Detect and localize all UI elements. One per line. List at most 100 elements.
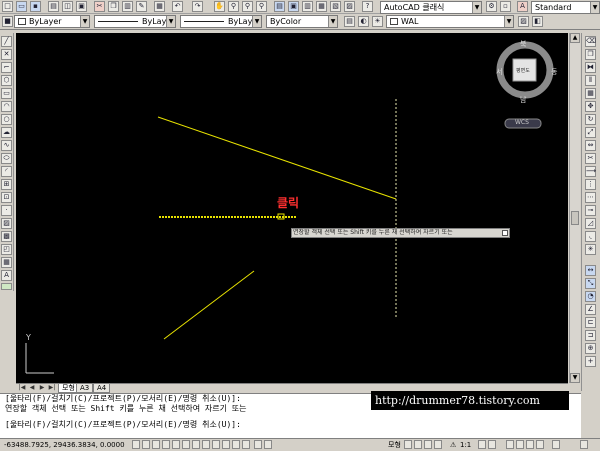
dimension-baseline-icon[interactable]: ⊐ bbox=[585, 330, 596, 341]
ellipse-icon[interactable]: ⬭ bbox=[1, 153, 12, 164]
tab-prev-icon[interactable]: ◀ bbox=[28, 384, 36, 392]
zoom-status-icon[interactable] bbox=[434, 440, 442, 449]
polygon-icon[interactable]: ⬡ bbox=[1, 75, 12, 86]
text-style-select[interactable]: Standard ▼ bbox=[531, 1, 600, 14]
auto-scale-icon[interactable] bbox=[488, 440, 496, 449]
snap-mode-icon[interactable] bbox=[132, 440, 140, 449]
coordinates-readout[interactable]: -63488.7925, 29436.3834, 0.0000 bbox=[4, 439, 125, 451]
fillet-icon[interactable]: ◟ bbox=[585, 231, 596, 242]
revision-cloud-icon[interactable]: ☁ bbox=[1, 127, 12, 138]
break-at-point-icon[interactable]: ⋮ bbox=[585, 179, 596, 190]
open-file-icon[interactable]: ▭ bbox=[16, 1, 27, 12]
toolbar-lock-status-icon[interactable] bbox=[516, 440, 524, 449]
extend-icon[interactable]: ⟶ bbox=[585, 166, 596, 177]
toolbar-lock-icon[interactable]: ▫ bbox=[500, 1, 511, 12]
tooltip-options-icon[interactable] bbox=[502, 230, 508, 236]
vertical-scrollbar[interactable]: ▲ ▼ bbox=[569, 33, 580, 383]
quick-view-layouts-icon[interactable] bbox=[404, 440, 412, 449]
workspace-settings-icon[interactable]: ⚙ bbox=[486, 1, 497, 12]
scroll-up-icon[interactable]: ▲ bbox=[570, 33, 580, 43]
dimension-aligned-icon[interactable]: ⤡ bbox=[585, 278, 596, 289]
print-preview-icon[interactable]: ◫ bbox=[62, 1, 73, 12]
gradient-icon[interactable]: ▩ bbox=[1, 231, 12, 242]
polar-tracking-icon[interactable] bbox=[162, 440, 170, 449]
hardware-acceleration-icon[interactable] bbox=[526, 440, 534, 449]
linetype-select[interactable]: ByLayer ▼ bbox=[94, 15, 176, 28]
region-icon[interactable]: ◰ bbox=[1, 244, 12, 255]
explode-icon[interactable]: ✳ bbox=[585, 244, 596, 255]
quick-view-drawings-icon[interactable] bbox=[414, 440, 422, 449]
array-icon[interactable]: ▦ bbox=[585, 88, 596, 99]
help-icon[interactable]: ? bbox=[362, 1, 373, 12]
circle-icon[interactable]: ○ bbox=[1, 114, 12, 125]
stretch-icon[interactable]: ⇔ bbox=[585, 140, 596, 151]
make-current-icon[interactable]: ▨ bbox=[518, 16, 529, 27]
copy-object-icon[interactable]: ❐ bbox=[585, 49, 596, 60]
publish-icon[interactable]: ▣ bbox=[76, 1, 87, 12]
match-properties-icon[interactable]: ✎ bbox=[136, 1, 147, 12]
block-editor-icon[interactable]: ▦ bbox=[154, 1, 165, 12]
offset-icon[interactable]: ⫴ bbox=[585, 75, 596, 86]
rotate-icon[interactable]: ↻ bbox=[585, 114, 596, 125]
workspace-select[interactable]: AutoCAD 클래식 ▼ bbox=[380, 1, 482, 14]
hatch-icon[interactable]: ▨ bbox=[1, 218, 12, 229]
viewcube-north-label[interactable]: 북 bbox=[520, 39, 526, 49]
spline-icon[interactable]: ∿ bbox=[1, 140, 12, 151]
tab-a3[interactable]: A3 bbox=[76, 384, 94, 393]
ortho-mode-icon[interactable] bbox=[152, 440, 160, 449]
drawing-area[interactable]: 북 남 서 동 평면도 WCS 클릭 연장할 객체 선택 또는 Shift 키를… bbox=[16, 33, 568, 383]
dynamic-input-icon[interactable] bbox=[202, 440, 210, 449]
scale-icon[interactable]: ⤢ bbox=[585, 127, 596, 138]
undo-icon[interactable]: ↶ bbox=[172, 1, 183, 12]
infer-constraints-icon[interactable] bbox=[264, 440, 272, 449]
quickcalc-icon[interactable]: ▨ bbox=[344, 1, 355, 12]
tool-palettes-icon[interactable]: ▥ bbox=[302, 1, 313, 12]
arc-icon[interactable]: ◠ bbox=[1, 101, 12, 112]
dimension-angular-icon[interactable]: ∠ bbox=[585, 304, 596, 315]
zoom-window-icon[interactable]: ⚲ bbox=[242, 1, 253, 12]
viewcube-east-label[interactable]: 동 bbox=[551, 67, 557, 77]
quick-properties-icon[interactable] bbox=[222, 440, 230, 449]
selection-cycling-icon[interactable] bbox=[232, 440, 240, 449]
construction-line-icon[interactable]: ✕ bbox=[1, 49, 12, 60]
layer-state-icon[interactable]: ◐ bbox=[358, 16, 369, 27]
chamfer-icon[interactable]: ◿ bbox=[585, 218, 596, 229]
transparency-icon[interactable] bbox=[254, 440, 262, 449]
tab-last-icon[interactable]: ▶| bbox=[48, 384, 56, 392]
paste-icon[interactable]: ▥ bbox=[122, 1, 133, 12]
viewcube-south-label[interactable]: 남 bbox=[520, 95, 526, 105]
drawn-line-lower[interactable] bbox=[163, 270, 255, 340]
scroll-down-icon[interactable]: ▼ bbox=[570, 373, 580, 383]
redo-icon[interactable]: ↷ bbox=[192, 1, 203, 12]
scrollbar-thumb[interactable] bbox=[571, 211, 579, 225]
make-block-icon[interactable]: ⊡ bbox=[1, 192, 12, 203]
mirror-icon[interactable]: ⧓ bbox=[585, 62, 596, 73]
insert-block-icon[interactable]: ⊞ bbox=[1, 179, 12, 190]
erase-icon[interactable]: ⌫ bbox=[585, 36, 596, 47]
zoom-realtime-icon[interactable]: ⚲ bbox=[228, 1, 239, 12]
pan-icon[interactable]: ✋ bbox=[214, 1, 225, 12]
point-icon[interactable]: · bbox=[1, 205, 12, 216]
move-icon[interactable]: ✥ bbox=[585, 101, 596, 112]
pan-status-icon[interactable] bbox=[424, 440, 432, 449]
trim-icon[interactable]: ✂ bbox=[585, 153, 596, 164]
status-menu-icon[interactable] bbox=[552, 440, 560, 449]
object-snap-tracking-icon[interactable] bbox=[182, 440, 190, 449]
dimension-linear-icon[interactable]: ↔ bbox=[585, 265, 596, 276]
properties-icon[interactable]: ▤ bbox=[274, 1, 285, 12]
tab-next-icon[interactable]: ▶ bbox=[38, 384, 46, 392]
design-center-icon[interactable]: ▣ bbox=[288, 1, 299, 12]
model-space-label[interactable]: 모형 bbox=[388, 439, 401, 451]
grid-display-icon[interactable] bbox=[142, 440, 150, 449]
plot-style-select[interactable]: ByColor ▼ bbox=[266, 15, 338, 28]
command-prompt-line[interactable]: [울타리(F)/걸치기(C)/프로젝트(P)/모서리(E)/명령 취소(U)]: bbox=[5, 420, 581, 430]
viewcube-west-label[interactable]: 서 bbox=[496, 67, 502, 77]
rectangle-icon[interactable]: ▭ bbox=[1, 88, 12, 99]
sheet-set-icon[interactable]: ▦ bbox=[316, 1, 327, 12]
clean-screen-icon[interactable] bbox=[580, 440, 588, 449]
table-icon[interactable]: ▦ bbox=[1, 257, 12, 268]
line-icon[interactable]: ╱ bbox=[1, 36, 12, 47]
multiline-text-icon[interactable]: A bbox=[1, 270, 12, 281]
workspace-switching-icon[interactable] bbox=[506, 440, 514, 449]
quick-dimension-icon[interactable]: ⊏ bbox=[585, 317, 596, 328]
